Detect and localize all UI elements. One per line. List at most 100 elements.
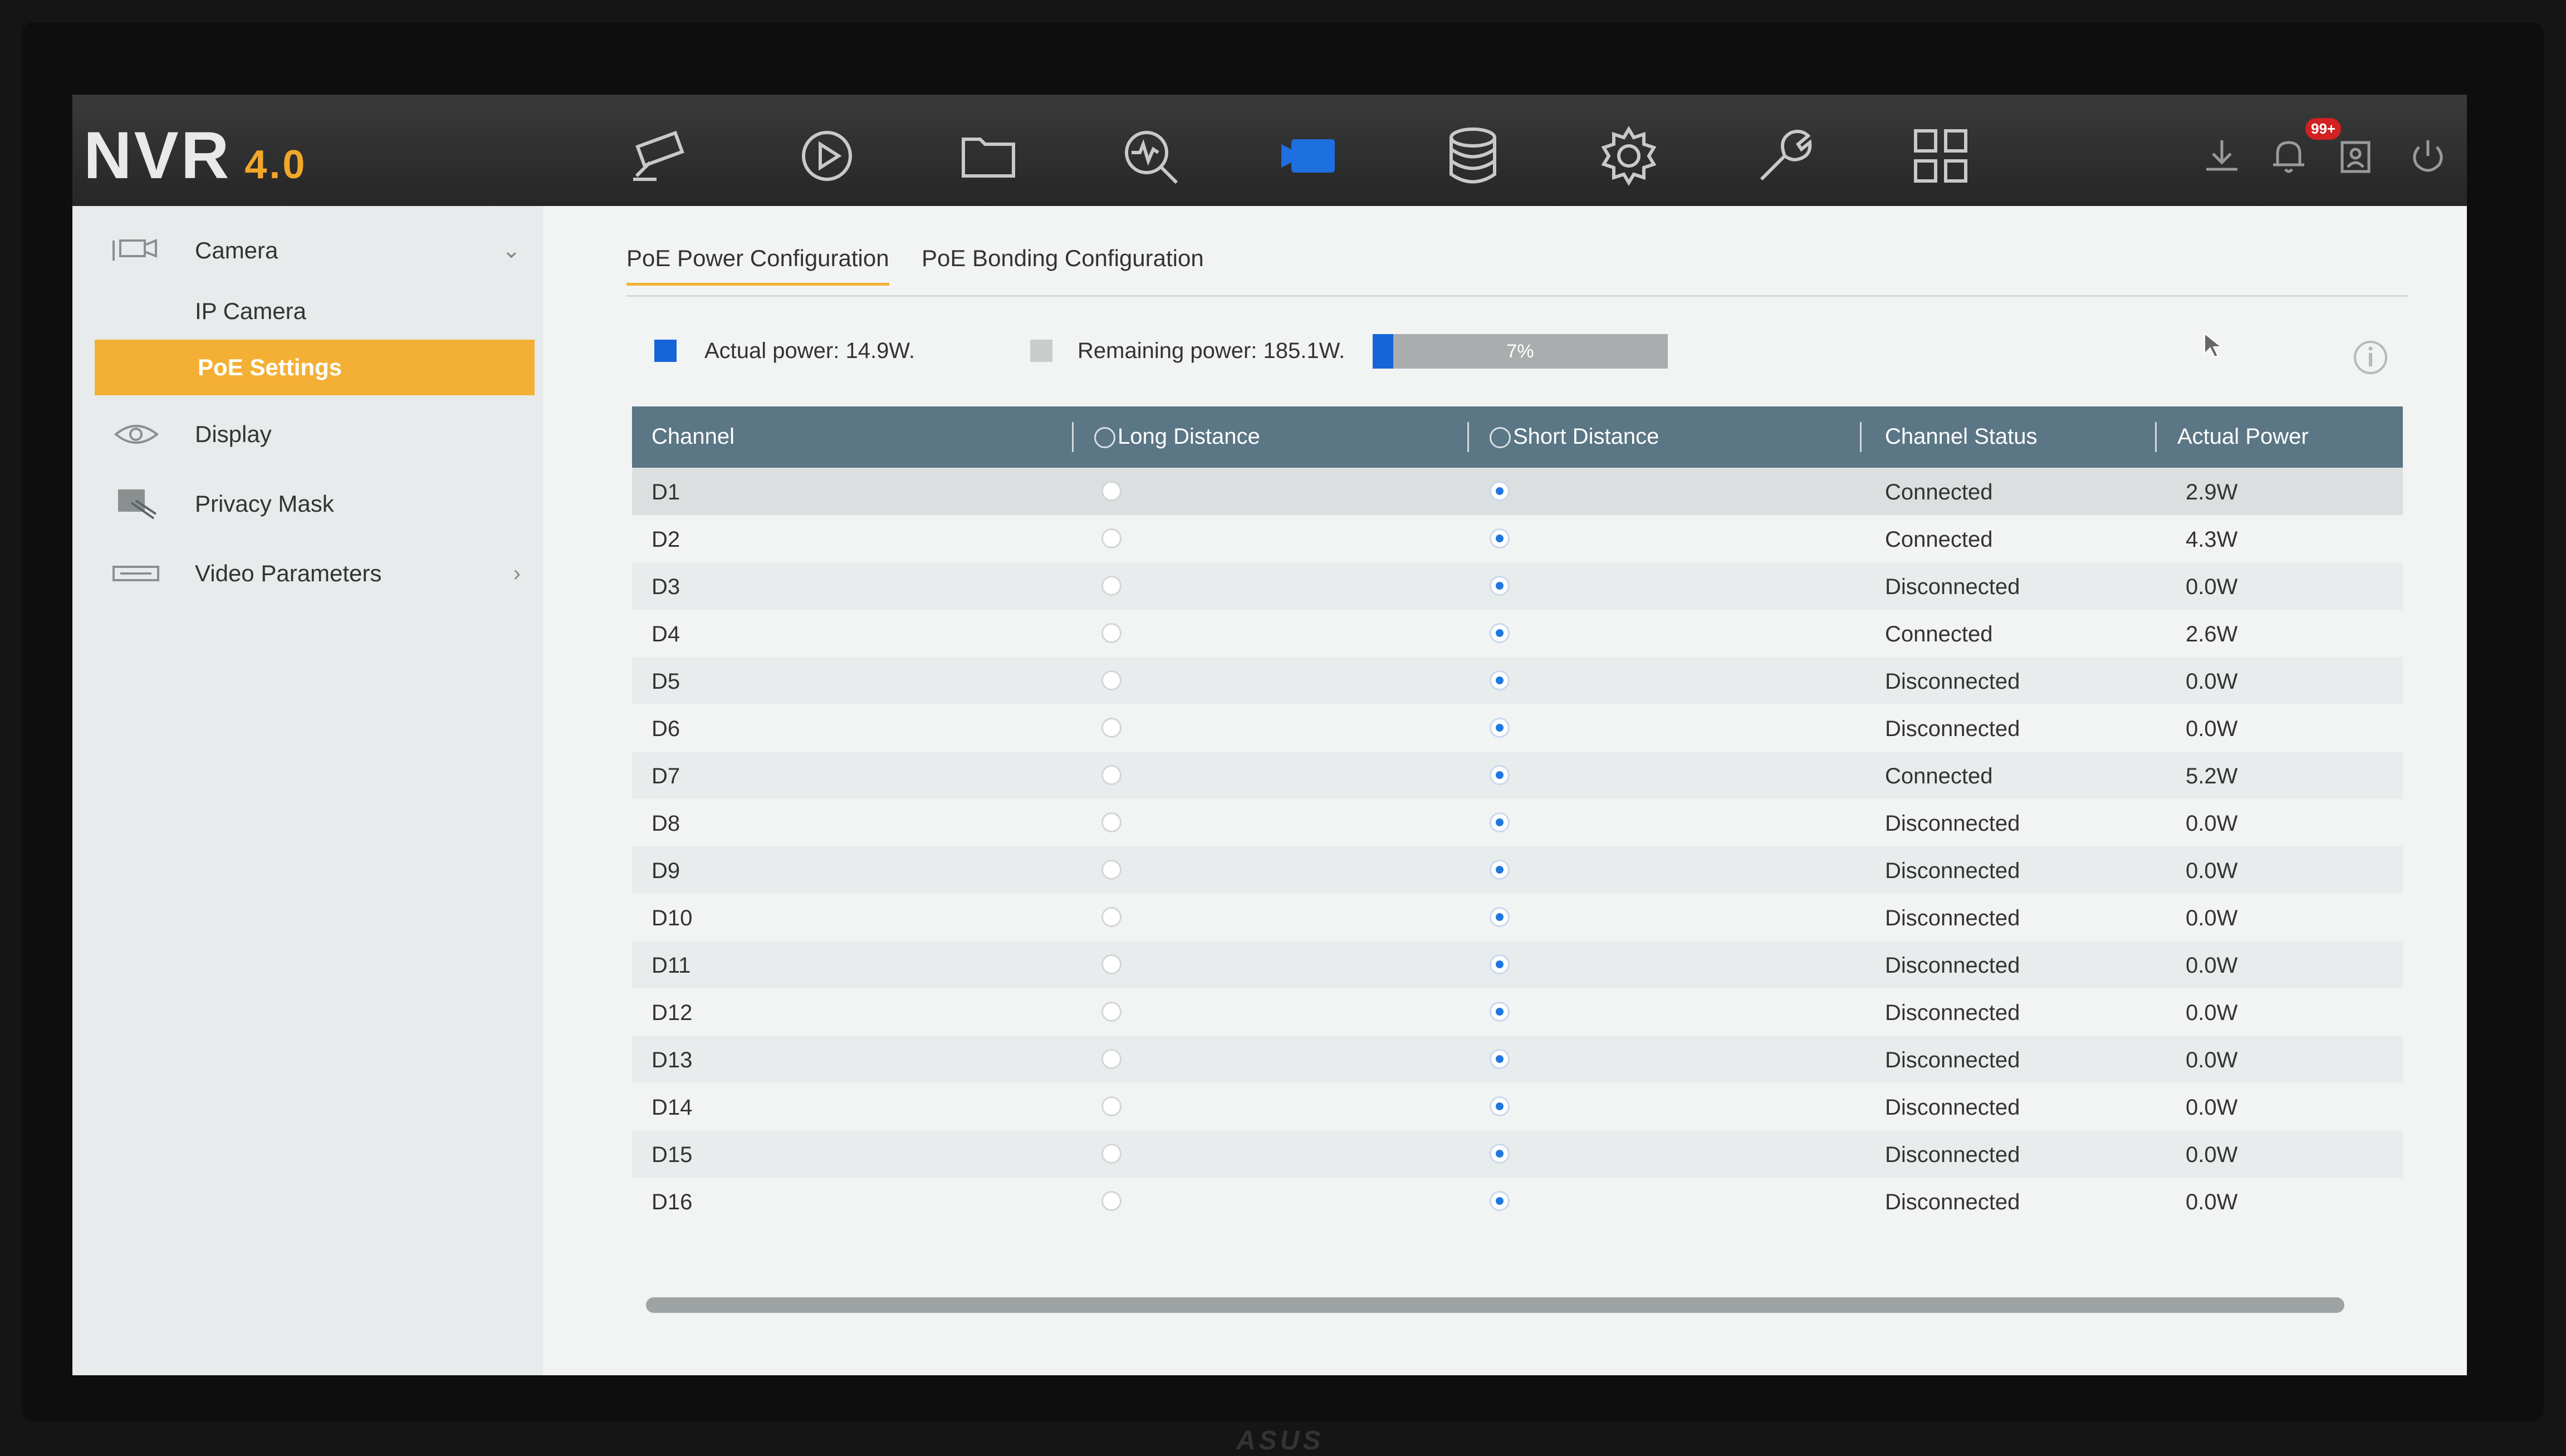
file-icon[interactable]: [952, 120, 1025, 192]
long-distance-radio[interactable]: [1101, 718, 1122, 738]
header-short-distance[interactable]: Short Distance: [1490, 424, 1659, 449]
channel-actual-power: 2.6W: [2186, 622, 2238, 646]
camera-icon[interactable]: [1275, 120, 1348, 192]
short-distance-radio[interactable]: [1490, 812, 1510, 832]
long-distance-radio[interactable]: [1101, 1144, 1122, 1164]
long-distance-radio[interactable]: [1101, 765, 1122, 785]
table-row[interactable]: D12 Disconnected 0.0W: [632, 988, 2403, 1036]
short-distance-radio[interactable]: [1490, 1191, 1510, 1211]
table-row[interactable]: D15 Disconnected 0.0W: [632, 1130, 2403, 1178]
short-distance-radio[interactable]: [1490, 954, 1510, 974]
table-row[interactable]: D7 Connected 5.2W: [632, 752, 2403, 799]
long-distance-radio[interactable]: [1101, 907, 1122, 927]
long-distance-radio[interactable]: [1101, 1002, 1122, 1022]
download-icon[interactable]: [2200, 134, 2244, 178]
short-distance-radio[interactable]: [1490, 765, 1510, 785]
table-row[interactable]: D5 Disconnected 0.0W: [632, 657, 2403, 704]
sidebar-item-display[interactable]: Display: [72, 401, 543, 468]
channel-status: Disconnected: [1885, 811, 2020, 836]
table-row[interactable]: D16 Disconnected 0.0W: [632, 1178, 2403, 1225]
channel-name: D10: [652, 906, 693, 930]
sidebar-item-label: Camera: [195, 237, 278, 263]
long-distance-radio[interactable]: [1101, 576, 1122, 596]
table-row[interactable]: D8 Disconnected 0.0W: [632, 799, 2403, 846]
short-distance-radio[interactable]: [1490, 1096, 1510, 1116]
header-long-distance[interactable]: Long Distance: [1094, 424, 1260, 449]
camera-settings-icon: [111, 234, 161, 267]
long-distance-radio[interactable]: [1101, 528, 1122, 548]
table-row[interactable]: D9 Disconnected 0.0W: [632, 846, 2403, 894]
channel-actual-power: 2.9W: [2186, 480, 2238, 504]
long-distance-radio[interactable]: [1101, 623, 1122, 643]
sidebar-item-camera[interactable]: Camera ⌄: [72, 217, 543, 284]
maintenance-icon[interactable]: [1749, 120, 1821, 192]
long-distance-radio[interactable]: [1101, 954, 1122, 974]
channel-actual-power: 4.3W: [2186, 527, 2238, 552]
channel-actual-power: 0.0W: [2186, 906, 2238, 930]
long-distance-radio[interactable]: [1101, 860, 1122, 880]
short-distance-radio[interactable]: [1490, 528, 1510, 548]
long-distance-radio[interactable]: [1101, 481, 1122, 501]
table-row[interactable]: D11 Disconnected 0.0W: [632, 941, 2403, 988]
long-distance-radio[interactable]: [1101, 812, 1122, 832]
short-distance-radio[interactable]: [1490, 623, 1510, 643]
channel-status: Disconnected: [1885, 1143, 2020, 1167]
channel-status: Disconnected: [1885, 717, 2020, 741]
short-distance-radio[interactable]: [1490, 576, 1510, 596]
channel-status: Disconnected: [1885, 1048, 2020, 1072]
table-row[interactable]: D2 Connected 4.3W: [632, 515, 2403, 562]
channel-name: D6: [652, 717, 680, 741]
mouse-cursor-icon: [2202, 331, 2225, 359]
power-icon[interactable]: [2406, 134, 2450, 178]
live-view-icon[interactable]: [624, 120, 696, 192]
radio-header-icon: [1490, 427, 1511, 449]
tab-poe-bonding-configuration[interactable]: PoE Bonding Configuration: [922, 245, 1204, 283]
channel-actual-power: 0.0W: [2186, 859, 2238, 883]
long-distance-radio[interactable]: [1101, 1096, 1122, 1116]
sidebar: Camera ⌄ IP Camera PoE Settings Display …: [72, 206, 543, 1375]
header-channel-status: Channel Status: [1885, 424, 2038, 449]
poe-channel-table: Channel Long Distance Short Distance Cha…: [632, 406, 2403, 1225]
table-row[interactable]: D1 Connected 2.9W: [632, 468, 2403, 515]
short-distance-radio[interactable]: [1490, 1002, 1510, 1022]
channel-actual-power: 0.0W: [2186, 1001, 2238, 1025]
sidebar-item-video-parameters[interactable]: Video Parameters ›: [72, 540, 543, 607]
short-distance-radio[interactable]: [1490, 670, 1510, 690]
short-distance-radio[interactable]: [1490, 1049, 1510, 1069]
channel-name: D2: [652, 527, 680, 552]
table-row[interactable]: D3 Disconnected 0.0W: [632, 562, 2403, 610]
notification-bell-icon[interactable]: [2266, 134, 2311, 178]
short-distance-radio[interactable]: [1490, 860, 1510, 880]
channel-status: Connected: [1885, 480, 1993, 504]
long-distance-radio[interactable]: [1101, 1191, 1122, 1211]
short-distance-radio[interactable]: [1490, 718, 1510, 738]
storage-icon[interactable]: [1437, 120, 1509, 192]
info-icon[interactable]: [2353, 340, 2388, 375]
channel-status: Disconnected: [1885, 1190, 2020, 1214]
table-row[interactable]: D4 Connected 2.6W: [632, 610, 2403, 657]
sidebar-item-poe-settings[interactable]: PoE Settings: [95, 340, 535, 395]
sidebar-item-ip-camera[interactable]: IP Camera: [195, 298, 306, 325]
monitor-brand-logo: ASUS: [1236, 1426, 1324, 1455]
tab-poe-power-configuration[interactable]: PoE Power Configuration: [626, 245, 889, 286]
search-icon[interactable]: [1114, 120, 1186, 192]
settings-icon[interactable]: [1593, 120, 1665, 192]
horizontal-scrollbar[interactable]: [646, 1297, 2344, 1313]
channel-actual-power: 0.0W: [2186, 811, 2238, 836]
short-distance-radio[interactable]: [1490, 481, 1510, 501]
playback-icon[interactable]: [791, 120, 863, 192]
short-distance-radio[interactable]: [1490, 1144, 1510, 1164]
table-row[interactable]: D14 Disconnected 0.0W: [632, 1083, 2403, 1130]
long-distance-radio[interactable]: [1101, 670, 1122, 690]
app-logo: NVR 4.0: [84, 117, 307, 194]
sidebar-item-privacy-mask[interactable]: Privacy Mask: [72, 470, 543, 537]
table-row[interactable]: D6 Disconnected 0.0W: [632, 704, 2403, 752]
user-icon[interactable]: [2333, 134, 2378, 178]
apps-icon[interactable]: [1904, 120, 1977, 192]
short-distance-radio[interactable]: [1490, 907, 1510, 927]
table-row[interactable]: D10 Disconnected 0.0W: [632, 894, 2403, 941]
long-distance-radio[interactable]: [1101, 1049, 1122, 1069]
table-row[interactable]: D13 Disconnected 0.0W: [632, 1036, 2403, 1083]
header-short-distance-label: Short Distance: [1513, 424, 1659, 449]
channel-status: Disconnected: [1885, 906, 2020, 930]
